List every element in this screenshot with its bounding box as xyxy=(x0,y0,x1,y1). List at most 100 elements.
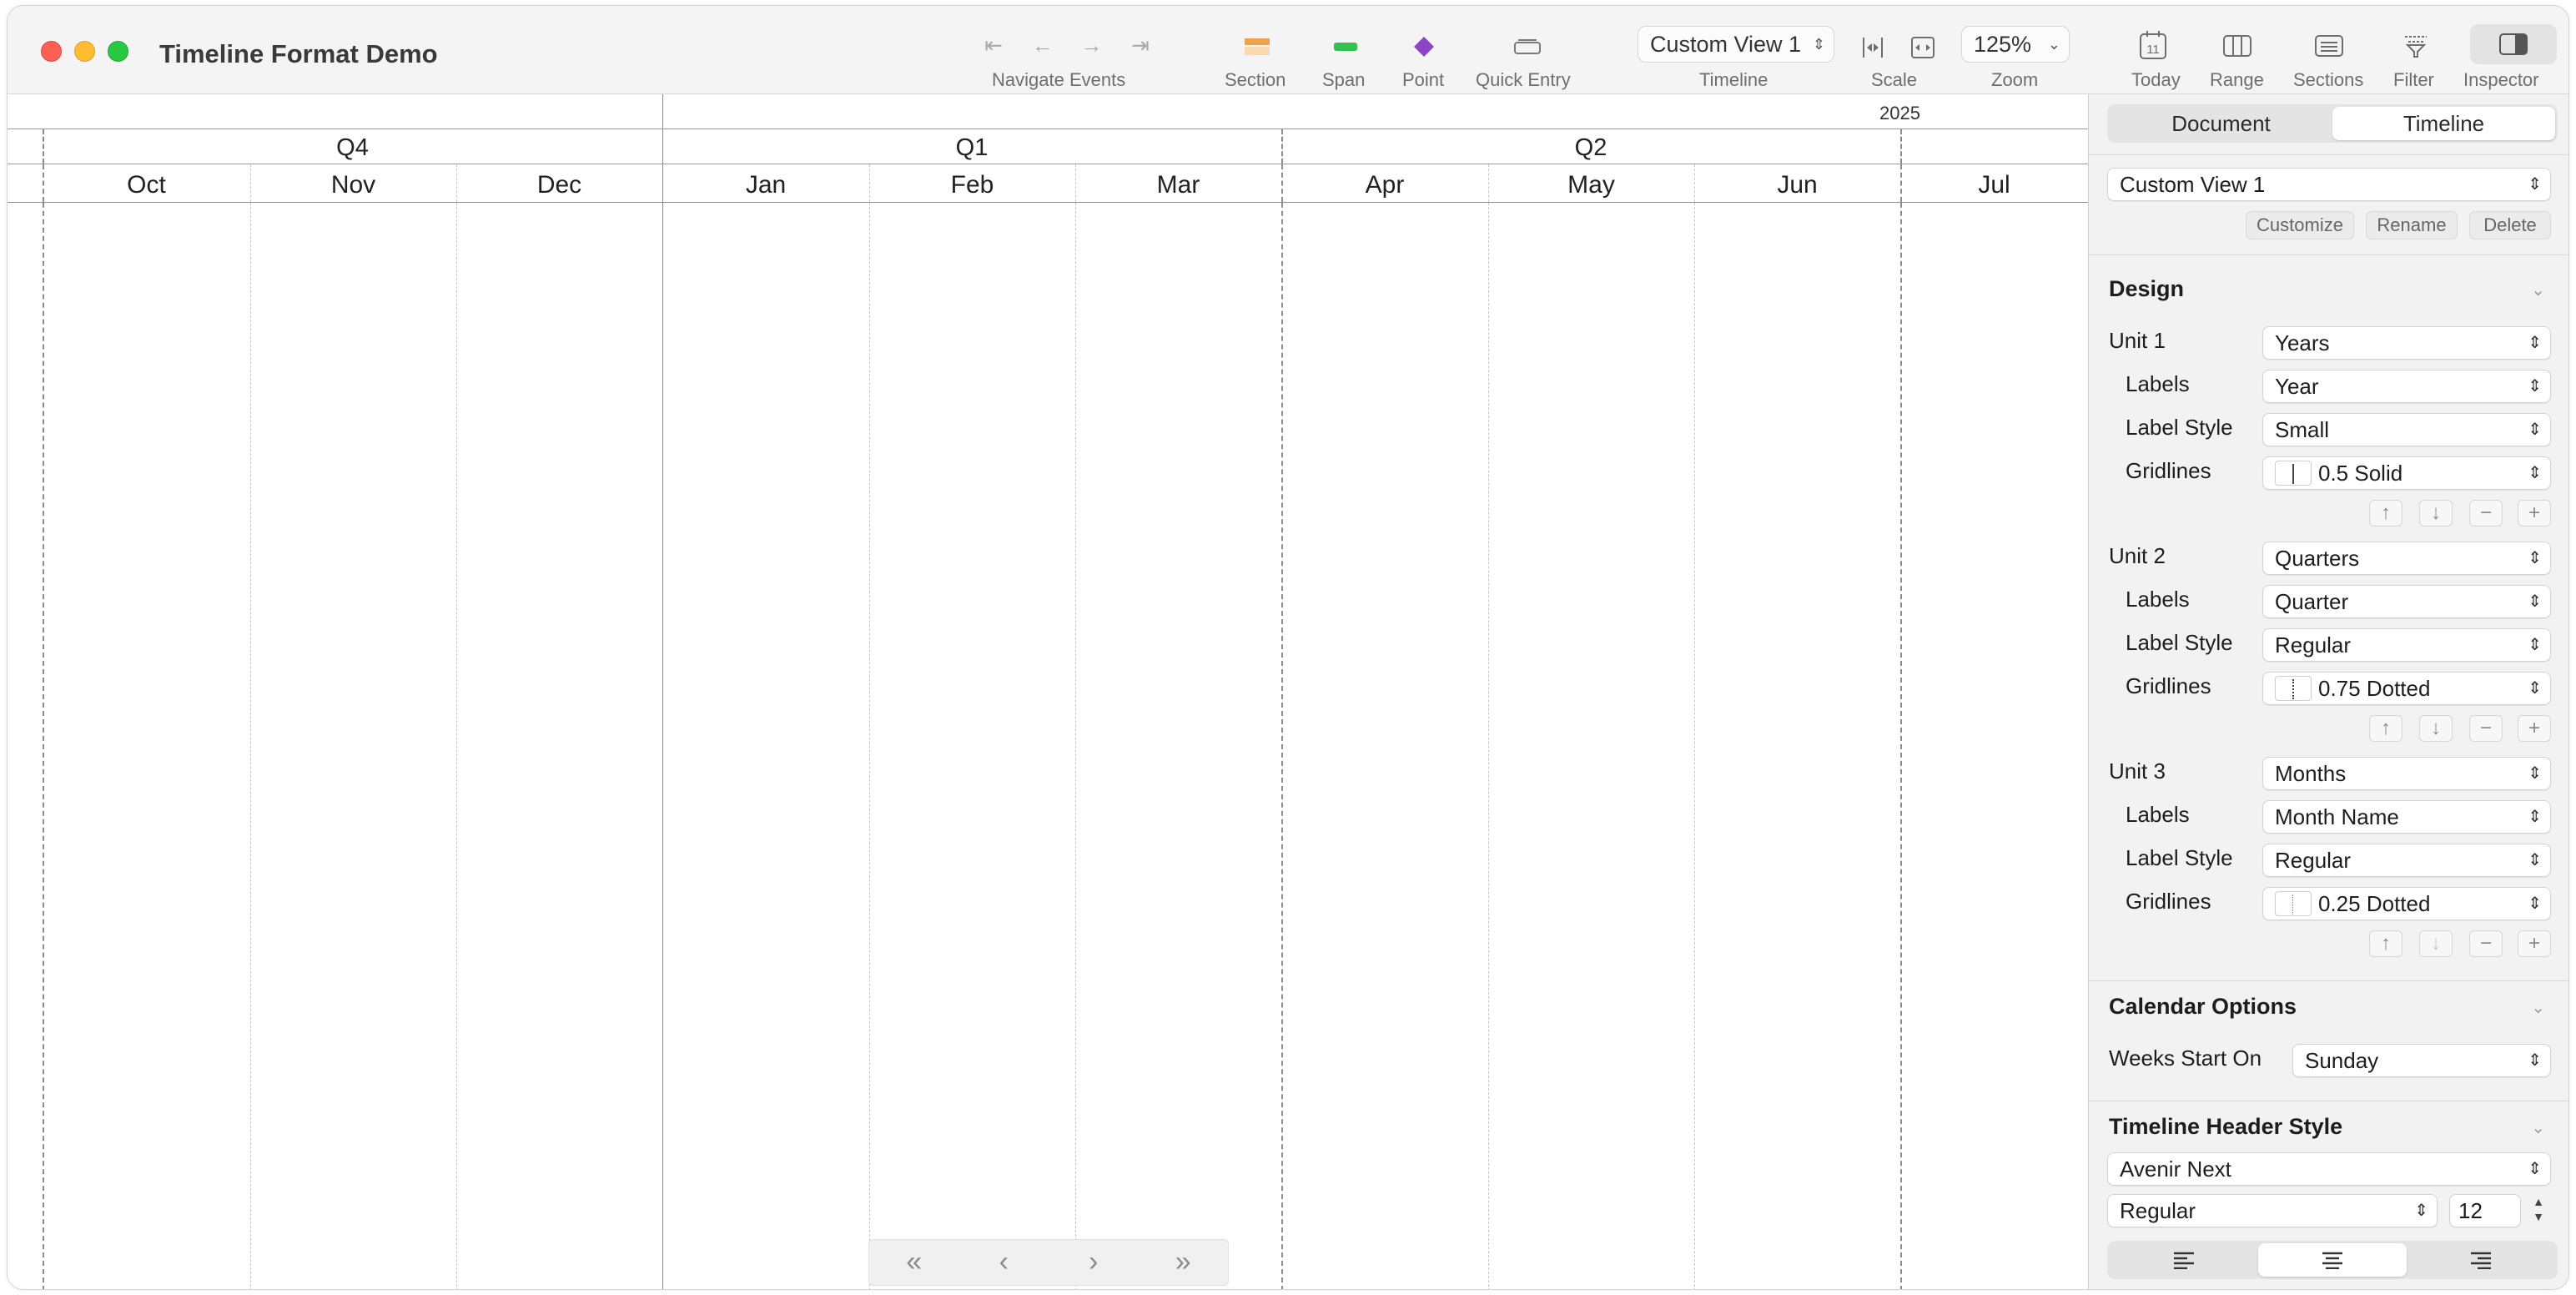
zoom-popup[interactable]: 125% ⌄ xyxy=(1961,26,2070,63)
minimize-window-button[interactable] xyxy=(74,41,95,62)
timeline-canvas[interactable]: 2025 Q4 Q1 Q2 Oct Nov Dec Jan Feb Mar Ap… xyxy=(8,94,2088,1289)
unit2-gridlines-select[interactable]: 0.75 Dotted ⇕ xyxy=(2262,672,2551,705)
month-label: Jun xyxy=(1777,171,1818,199)
move-down-icon[interactable]: ↓ xyxy=(2419,500,2453,527)
font-family-select[interactable]: Avenir Next ⇕ xyxy=(2107,1152,2551,1186)
move-up-icon[interactable]: ↑ xyxy=(2369,500,2402,527)
unit1-labels-value: Year xyxy=(2275,374,2319,399)
design-section-title: Design xyxy=(2109,276,2185,301)
up-down-chevron-icon: ⇕ xyxy=(2528,377,2542,396)
unit1-value: Years xyxy=(2275,330,2330,355)
chevron-down-icon[interactable]: ⌄ xyxy=(2531,280,2545,300)
section-icon[interactable] xyxy=(1242,36,1272,58)
unit1-gridlines-select[interactable]: 0.5 Solid ⇕ xyxy=(2262,456,2551,490)
customize-button[interactable]: Customize xyxy=(2246,211,2354,239)
chevron-down-icon[interactable]: ⌄ xyxy=(2531,997,2545,1018)
quick-entry-icon[interactable] xyxy=(1512,36,1542,58)
quarter-gridline xyxy=(1281,94,1283,1289)
timeline-view-value: Custom View 1 xyxy=(1650,31,1802,57)
add-unit-icon[interactable]: + xyxy=(2518,930,2551,957)
month-gridline xyxy=(1075,94,1076,1289)
unit3-label-style-select[interactable]: Regular ⇕ xyxy=(2262,844,2551,877)
weeks-start-value: Sunday xyxy=(2305,1048,2379,1073)
quick-entry-label: Quick Entry xyxy=(1476,69,1571,90)
month-gridline xyxy=(1488,94,1489,1289)
unit2-labels-select[interactable]: Quarter ⇕ xyxy=(2262,585,2551,618)
page-prev-icon[interactable]: ‹ xyxy=(959,1240,1049,1285)
align-center-icon[interactable] xyxy=(2258,1243,2407,1277)
up-down-chevron-icon: ⇕ xyxy=(1812,36,1825,53)
remove-unit-icon[interactable]: − xyxy=(2469,930,2503,957)
calendar-today-icon[interactable]: 11 xyxy=(2138,29,2168,61)
quarter-gridline xyxy=(43,94,44,1289)
sidebar-right-icon xyxy=(2497,31,2530,58)
add-unit-icon[interactable]: + xyxy=(2518,500,2551,527)
quarter-label: Q4 xyxy=(336,134,369,161)
page-first-icon[interactable]: « xyxy=(869,1240,959,1285)
move-up-icon[interactable]: ↑ xyxy=(2369,715,2402,742)
add-unit-icon[interactable]: + xyxy=(2518,715,2551,742)
font-family-value: Avenir Next xyxy=(2120,1156,2231,1182)
quarter-divider xyxy=(1900,129,1902,164)
unit2-label-style-select[interactable]: Regular ⇕ xyxy=(2262,628,2551,662)
weeks-start-select[interactable]: Sunday ⇕ xyxy=(2292,1044,2551,1077)
unit2-select[interactable]: Quarters ⇕ xyxy=(2262,542,2551,575)
alignment-control xyxy=(2107,1241,2558,1279)
arrow-left-icon[interactable]: ← xyxy=(1024,33,1061,63)
unit1-select[interactable]: Years ⇕ xyxy=(2262,326,2551,360)
divider xyxy=(2089,980,2568,981)
view-select-value: Custom View 1 xyxy=(2120,172,2266,197)
align-left-icon[interactable] xyxy=(2110,1243,2258,1277)
unit3-select[interactable]: Months ⇕ xyxy=(2262,757,2551,790)
rename-button[interactable]: Rename xyxy=(2366,211,2458,239)
range-icon[interactable] xyxy=(2221,33,2253,59)
point-icon[interactable] xyxy=(1411,34,1437,59)
unit2-gridlines-label: Gridlines xyxy=(2126,673,2211,698)
close-window-button[interactable] xyxy=(41,41,62,62)
tab-document[interactable]: Document xyxy=(2110,107,2332,140)
zoom-window-button[interactable] xyxy=(108,41,128,62)
font-size-stepper-icon[interactable]: ▲ ▼ xyxy=(2529,1194,2548,1227)
up-down-chevron-icon: ⇕ xyxy=(2528,1160,2542,1178)
delete-button[interactable]: Delete xyxy=(2469,211,2551,239)
font-size-field[interactable]: 12 xyxy=(2449,1194,2521,1227)
remove-unit-icon[interactable]: − xyxy=(2469,715,2503,742)
unit2-labels-label: Labels xyxy=(2126,587,2190,612)
unit3-labels-label: Labels xyxy=(2126,802,2190,827)
quarter-header-row: Q4 Q1 Q2 xyxy=(8,129,2088,164)
unit1-label-style-select[interactable]: Small ⇕ xyxy=(2262,413,2551,446)
weeks-start-label: Weeks Start On xyxy=(2109,1046,2262,1071)
sections-icon[interactable] xyxy=(2313,33,2345,59)
page-last-icon[interactable]: » xyxy=(1139,1240,1229,1285)
move-down-icon[interactable]: ↓ xyxy=(2419,930,2453,957)
month-label: Jul xyxy=(1978,171,2010,199)
move-up-icon[interactable]: ↑ xyxy=(2369,930,2402,957)
align-right-icon[interactable] xyxy=(2407,1243,2555,1277)
timeline-view-popup[interactable]: Custom View 1 ⇕ xyxy=(1638,26,1834,63)
unit3-gridlines-select[interactable]: 0.25 Dotted ⇕ xyxy=(2262,887,2551,920)
today-icon-text: 11 xyxy=(2146,43,2160,57)
tab-timeline[interactable]: Timeline xyxy=(2332,107,2555,140)
unit3-labels-select[interactable]: Month Name ⇕ xyxy=(2262,800,2551,834)
arrow-right-icon[interactable]: → xyxy=(1073,33,1109,63)
remove-unit-icon[interactable]: − xyxy=(2469,500,2503,527)
scale-shrink-icon[interactable] xyxy=(1858,33,1888,63)
sections-label: Sections xyxy=(2293,69,2364,90)
month-label: Oct xyxy=(127,171,166,199)
chevron-down-icon[interactable]: ⌄ xyxy=(2531,1117,2545,1138)
month-header-row: Oct Nov Dec Jan Feb Mar Apr May Jun Jul xyxy=(8,164,2088,203)
scale-expand-icon[interactable] xyxy=(1908,33,1938,63)
move-down-icon[interactable]: ↓ xyxy=(2419,715,2453,742)
unit1-labels-select[interactable]: Year ⇕ xyxy=(2262,370,2551,403)
filter-icon[interactable] xyxy=(2400,31,2432,59)
page-next-icon[interactable]: › xyxy=(1049,1240,1139,1285)
calendar-options-title: Calendar Options xyxy=(2109,994,2297,1019)
filter-label: Filter xyxy=(2393,69,2434,90)
span-icon[interactable] xyxy=(1331,36,1361,58)
skip-forward-icon[interactable]: ⇥ xyxy=(1122,33,1159,63)
skip-back-icon[interactable]: ⇤ xyxy=(975,33,1012,63)
font-weight-select[interactable]: Regular ⇕ xyxy=(2107,1194,2438,1227)
unit2-label-style-label: Label Style xyxy=(2126,630,2233,655)
unit3-gridlines-label: Gridlines xyxy=(2126,889,2211,914)
view-select[interactable]: Custom View 1 ⇕ xyxy=(2107,168,2551,201)
